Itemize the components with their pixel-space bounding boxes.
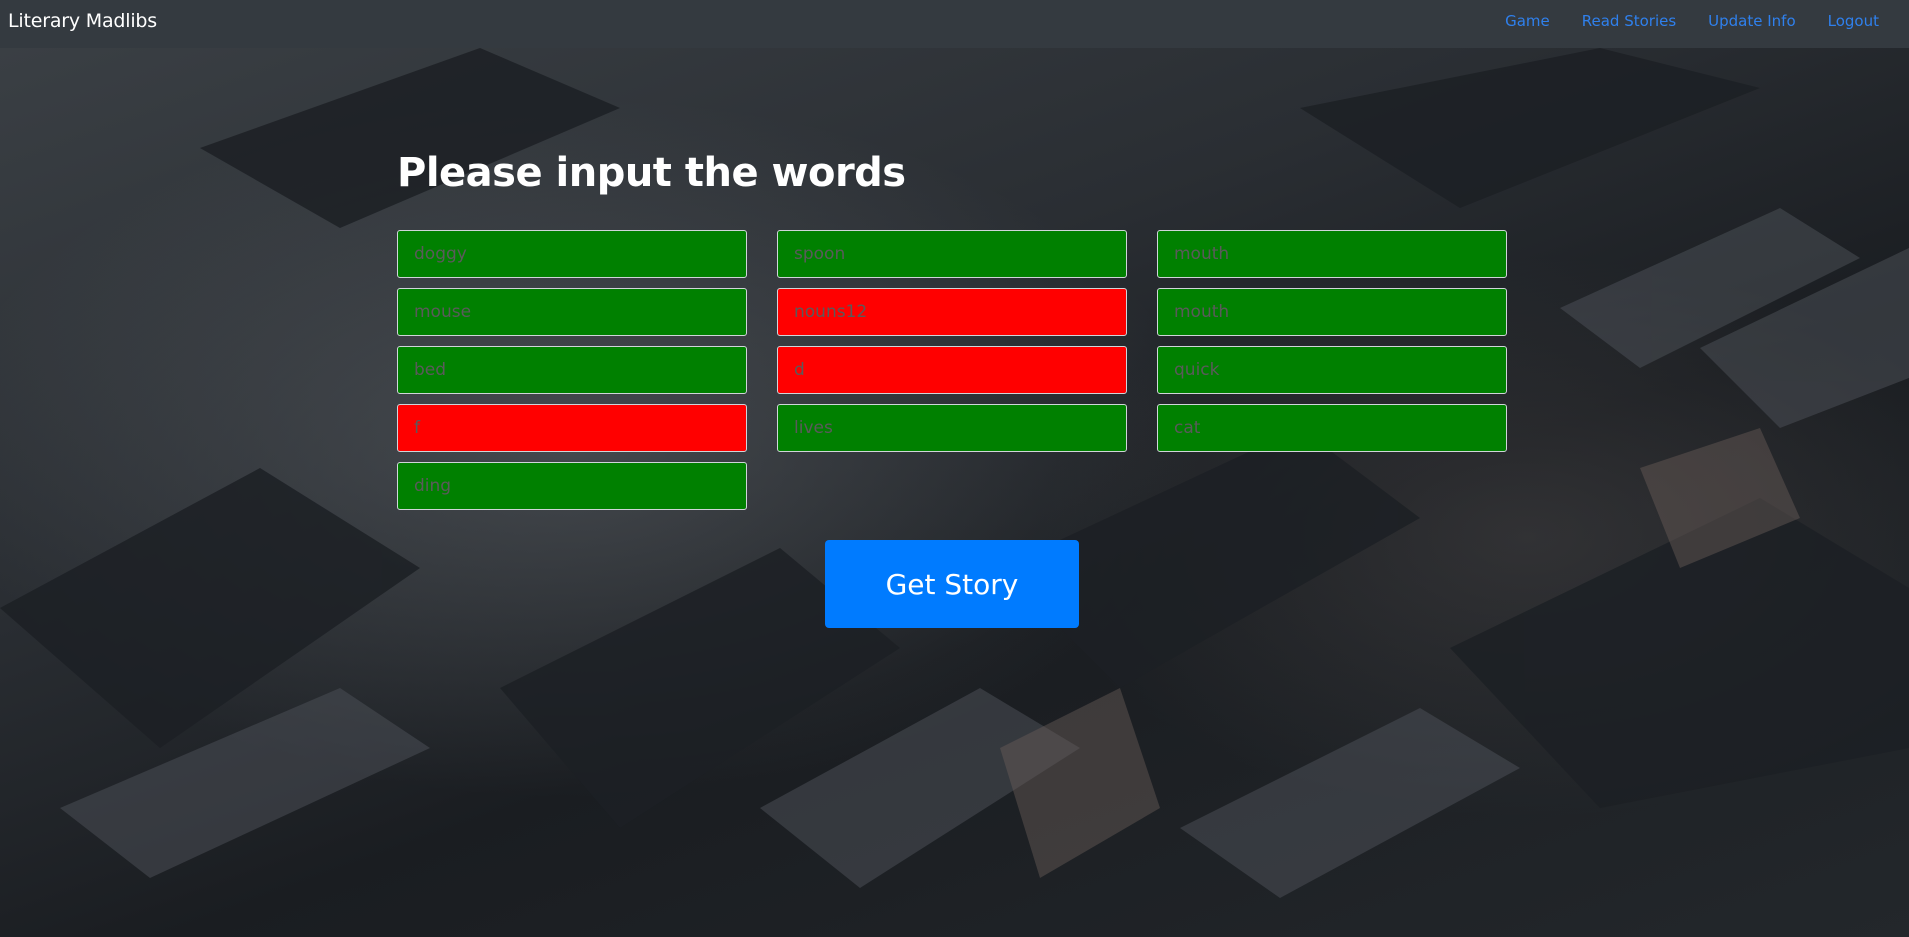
word-input-5[interactable] [777, 288, 1127, 336]
word-input-1[interactable] [397, 230, 747, 278]
nav-link-read-stories[interactable]: Read Stories [1582, 12, 1676, 30]
word-input-9[interactable] [1157, 346, 1507, 394]
brand-title[interactable]: Literary Madlibs [8, 10, 157, 32]
word-input-8[interactable] [777, 346, 1127, 394]
word-input-13[interactable] [397, 462, 747, 510]
word-input-3[interactable] [1157, 230, 1507, 278]
get-story-button[interactable]: Get Story [825, 540, 1079, 628]
nav-link-update-info[interactable]: Update Info [1708, 12, 1795, 30]
word-input-7[interactable] [397, 346, 747, 394]
navbar: Literary Madlibs Game Read Stories Updat… [0, 0, 1909, 48]
word-input-10[interactable] [397, 404, 747, 452]
nav-links: Game Read Stories Update Info Logout [1505, 12, 1879, 30]
word-input-2[interactable] [777, 230, 1127, 278]
main-content: Please input the words [397, 150, 1507, 510]
word-input-4[interactable] [397, 288, 747, 336]
word-input-11[interactable] [777, 404, 1127, 452]
word-input-12[interactable] [1157, 404, 1507, 452]
page-title: Please input the words [397, 150, 906, 196]
nav-link-logout[interactable]: Logout [1828, 12, 1879, 30]
word-input-6[interactable] [1157, 288, 1507, 336]
nav-link-game[interactable]: Game [1505, 12, 1550, 30]
